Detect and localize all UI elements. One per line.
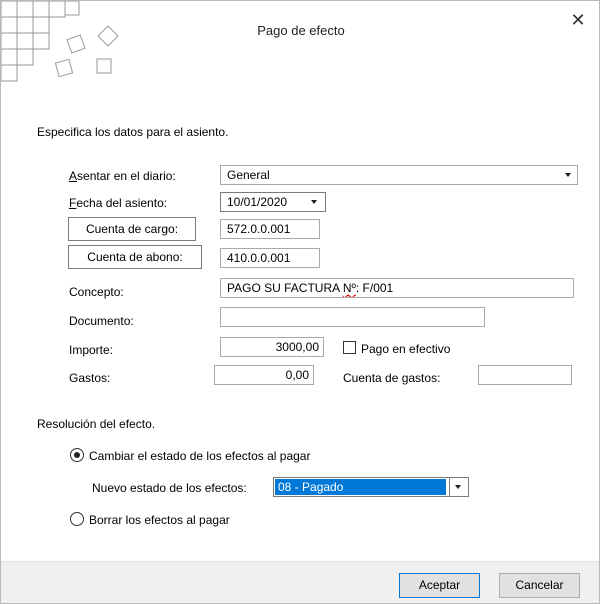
diario-select[interactable]: General	[220, 165, 578, 185]
nuevo-estado-label: Nuevo estado de los efectos:	[92, 481, 247, 495]
diario-label: Asentar en el diario:	[69, 169, 176, 183]
radio-selected-dot	[74, 452, 80, 458]
fecha-label: Fecha del asiento:	[69, 196, 168, 210]
cuenta-cargo-input[interactable]: 572.0.0.001	[220, 219, 320, 239]
concepto-text-post: : F/001	[355, 281, 394, 295]
pago-efectivo-checkbox[interactable]	[343, 341, 356, 354]
nuevo-estado-value: 08 - Pagado	[275, 479, 446, 495]
documento-label: Documento:	[69, 314, 134, 328]
fecha-value: 10/01/2020	[227, 195, 288, 209]
select-divider	[449, 478, 450, 496]
cancel-button[interactable]: Cancelar	[499, 573, 580, 598]
cuenta-cargo-button[interactable]: Cuenta de cargo:	[68, 217, 196, 241]
resolucion-heading: Resolución del efecto.	[37, 417, 156, 431]
concepto-label: Concepto:	[69, 285, 124, 299]
nuevo-estado-select[interactable]: 08 - Pagado	[273, 477, 469, 497]
borrar-efectos-label: Borrar los efectos al pagar	[89, 513, 230, 527]
chevron-down-icon	[309, 193, 319, 211]
concepto-text-misspelled: Nº	[342, 281, 356, 295]
gastos-input[interactable]: 0,00	[214, 365, 314, 385]
concepto-input[interactable]: PAGO SU FACTURA Nº: F/001	[220, 278, 574, 298]
documento-input[interactable]	[220, 307, 485, 327]
cuenta-abono-input[interactable]: 410.0.0.001	[220, 248, 320, 268]
window-title: Pago de efecto	[257, 23, 345, 38]
gastos-label: Gastos:	[69, 371, 111, 385]
chevron-down-icon	[563, 166, 573, 184]
importe-label: Importe:	[69, 343, 114, 357]
cuenta-abono-button[interactable]: Cuenta de abono:	[68, 245, 202, 269]
dialog-footer: Aceptar Cancelar	[1, 561, 599, 603]
cuenta-gastos-input[interactable]	[478, 365, 572, 385]
close-icon[interactable]: ✕	[569, 11, 587, 29]
importe-input[interactable]: 3000,00	[220, 337, 324, 357]
cambiar-estado-label: Cambiar el estado de los efectos al paga…	[89, 449, 311, 463]
diario-value: General	[227, 168, 270, 182]
fecha-date-picker[interactable]: 10/01/2020	[220, 192, 326, 212]
intro-text: Especifica los datos para el asiento.	[37, 125, 229, 139]
concepto-text-pre: PAGO SU FACTURA	[227, 281, 343, 295]
cambiar-estado-radio[interactable]	[70, 448, 84, 462]
borrar-efectos-radio[interactable]	[70, 512, 84, 526]
cuenta-gastos-label: Cuenta de gastos:	[343, 371, 441, 385]
chevron-down-icon	[453, 478, 463, 496]
app-logo	[1, 1, 119, 82]
payment-dialog: Pago de efecto ✕ Especifica los datos pa…	[0, 0, 600, 604]
pago-efectivo-label: Pago en efectivo	[361, 342, 451, 356]
accept-button[interactable]: Aceptar	[399, 573, 480, 598]
